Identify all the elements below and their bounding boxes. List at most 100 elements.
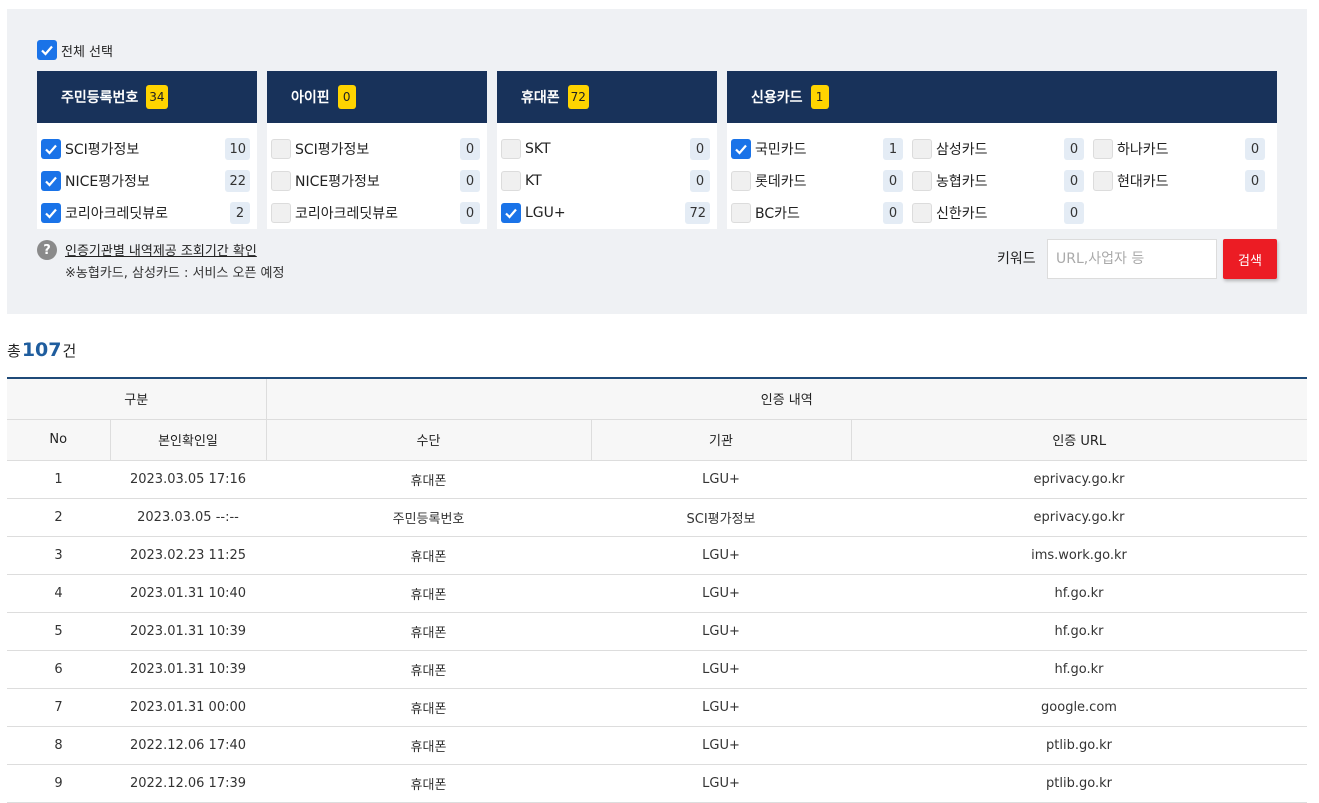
option-checkbox[interactable] [41, 203, 61, 223]
check-icon [41, 45, 53, 56]
filter-option[interactable]: SCI평가정보 10 [37, 138, 255, 160]
option-checkbox[interactable] [731, 139, 751, 159]
service-note: ※농협카드, 삼성카드 : 서비스 오픈 예정 [65, 266, 285, 281]
option-checkbox[interactable] [912, 171, 932, 191]
table-row[interactable]: 8 2022.12.06 17:40 휴대폰 LGU+ ptlib.go.kr [7, 726, 1307, 765]
table-cell: 2023.02.23 11:25 [110, 536, 266, 575]
filter-card-title: 주민등록번호 [61, 90, 139, 106]
table-row[interactable]: 7 2023.01.31 00:00 휴대폰 LGU+ google.com [7, 688, 1307, 727]
table-cell: 4 [7, 574, 110, 613]
filter-option[interactable]: LGU+ 72 [497, 202, 715, 224]
search-button[interactable]: 검색 [1223, 239, 1277, 279]
select-all-checkbox[interactable] [37, 40, 57, 60]
inquiry-period-link[interactable]: 인증기관별 내역제공 조회기간 확인 [65, 240, 284, 259]
check-icon [45, 144, 57, 155]
option-label: 롯데카드 [755, 174, 807, 190]
option-label: 코리아크레딧뷰로 [295, 206, 399, 222]
filter-option[interactable]: 삼성카드 0 [908, 138, 1089, 160]
option-label: KT [525, 173, 542, 189]
option-checkbox[interactable] [501, 203, 521, 223]
column-header: 본인확인일 [110, 419, 267, 461]
check-icon [45, 208, 57, 219]
filter-option[interactable]: BC카드 0 [727, 202, 908, 224]
table-row[interactable]: 4 2023.01.31 10:40 휴대폰 LGU+ hf.go.kr [7, 574, 1307, 613]
option-label: NICE평가정보 [65, 174, 150, 190]
group-header-auth-history: 인증 내역 [266, 377, 1307, 420]
option-checkbox[interactable] [731, 171, 751, 191]
filter-card: 신용카드 1 국민카드 1 삼성카드 0 하나카드 0 롯데카드 0 농협카드 0 현대카드 0 BC카드 0… [727, 71, 1277, 229]
option-count: 0 [883, 170, 903, 192]
table-cell: 휴대폰 [266, 460, 591, 499]
filter-option[interactable]: 코리아크레딧뷰로 2 [37, 202, 255, 224]
option-checkbox[interactable] [1093, 139, 1113, 159]
option-checkbox[interactable] [1093, 171, 1113, 191]
table-row[interactable]: 9 2022.12.06 17:39 휴대폰 LGU+ ptlib.go.kr [7, 764, 1307, 803]
filter-card-header: 신용카드 1 [727, 71, 1277, 123]
table-cell: 휴대폰 [266, 536, 591, 575]
filter-option[interactable]: 코리아크레딧뷰로 0 [267, 202, 485, 224]
filter-option[interactable]: SKT 0 [497, 138, 715, 160]
option-count: 72 [685, 202, 710, 224]
option-label: 삼성카드 [936, 142, 988, 158]
select-all[interactable]: 전체 선택 [37, 40, 113, 60]
filter-card-title: 휴대폰 [521, 90, 560, 106]
table-cell: eprivacy.go.kr [851, 498, 1307, 537]
table-row[interactable]: 6 2023.01.31 10:39 휴대폰 LGU+ hf.go.kr [7, 650, 1307, 689]
option-checkbox[interactable] [271, 203, 291, 223]
filter-option[interactable]: KT 0 [497, 170, 715, 192]
table-cell: 5 [7, 612, 110, 651]
table-cell: hf.go.kr [851, 574, 1307, 613]
option-checkbox[interactable] [731, 203, 751, 223]
table-cell: 3 [7, 536, 110, 575]
option-checkbox[interactable] [271, 139, 291, 159]
option-checkbox[interactable] [501, 171, 521, 191]
filter-option[interactable]: 롯데카드 0 [727, 170, 908, 192]
total-suffix: 건 [62, 342, 77, 360]
keyword-input[interactable] [1047, 239, 1217, 279]
table-cell: LGU+ [591, 460, 851, 499]
filter-option[interactable]: NICE평가정보 22 [37, 170, 255, 192]
filter-option[interactable]: 국민카드 1 [727, 138, 908, 160]
option-checkbox[interactable] [271, 171, 291, 191]
select-all-label: 전체 선택 [61, 44, 113, 60]
option-checkbox[interactable] [41, 139, 61, 159]
option-label: NICE평가정보 [295, 174, 380, 190]
option-label: 코리아크레딧뷰로 [65, 206, 169, 222]
filter-option[interactable]: 현대카드 0 [1089, 170, 1270, 192]
filter-card-count: 0 [337, 85, 356, 109]
option-count: 1 [883, 138, 903, 160]
column-header: 기관 [591, 419, 852, 461]
filter-option[interactable]: NICE평가정보 0 [267, 170, 485, 192]
option-checkbox[interactable] [501, 139, 521, 159]
option-label: BC카드 [755, 206, 800, 222]
keyword-label: 키워드 [997, 251, 1036, 267]
table-cell: 2023.01.31 10:39 [110, 650, 266, 689]
option-label: 현대카드 [1117, 174, 1169, 190]
filter-option[interactable]: 하나카드 0 [1089, 138, 1270, 160]
option-checkbox[interactable] [912, 203, 932, 223]
option-label: 신한카드 [936, 206, 988, 222]
filter-card-header: 휴대폰 72 [497, 71, 717, 123]
table-cell: LGU+ [591, 688, 851, 727]
table-cell: 8 [7, 726, 110, 765]
total-count: 107 [21, 339, 62, 361]
filter-option[interactable]: SCI평가정보 0 [267, 138, 485, 160]
filter-option[interactable]: 농협카드 0 [908, 170, 1089, 192]
option-count: 0 [460, 138, 480, 160]
filter-card-count: 1 [810, 85, 829, 109]
table-cell: 휴대폰 [266, 688, 591, 727]
option-checkbox[interactable] [41, 171, 61, 191]
table-cell: 2022.12.06 17:40 [110, 726, 266, 765]
table-row[interactable]: 5 2023.01.31 10:39 휴대폰 LGU+ hf.go.kr [7, 612, 1307, 651]
table-cell: 9 [7, 764, 110, 803]
filter-option[interactable]: 신한카드 0 [908, 202, 1089, 224]
table-row[interactable]: 1 2023.03.05 17:16 휴대폰 LGU+ eprivacy.go.kr [7, 460, 1307, 499]
option-count: 10 [225, 138, 250, 160]
column-header: No [7, 419, 111, 461]
table-row[interactable]: 2 2023.03.05 --:-- 주민등록번호 SCI평가정보 eprivacy.g… [7, 498, 1307, 537]
table-row[interactable]: 3 2023.02.23 11:25 휴대폰 LGU+ ims.work.go.kr [7, 536, 1307, 575]
option-checkbox[interactable] [912, 139, 932, 159]
table-cell: 휴대폰 [266, 726, 591, 765]
table-cell: eprivacy.go.kr [851, 460, 1307, 499]
filter-card: 휴대폰 72 SKT 0 KT 0 LGU+ 72 [497, 71, 717, 229]
